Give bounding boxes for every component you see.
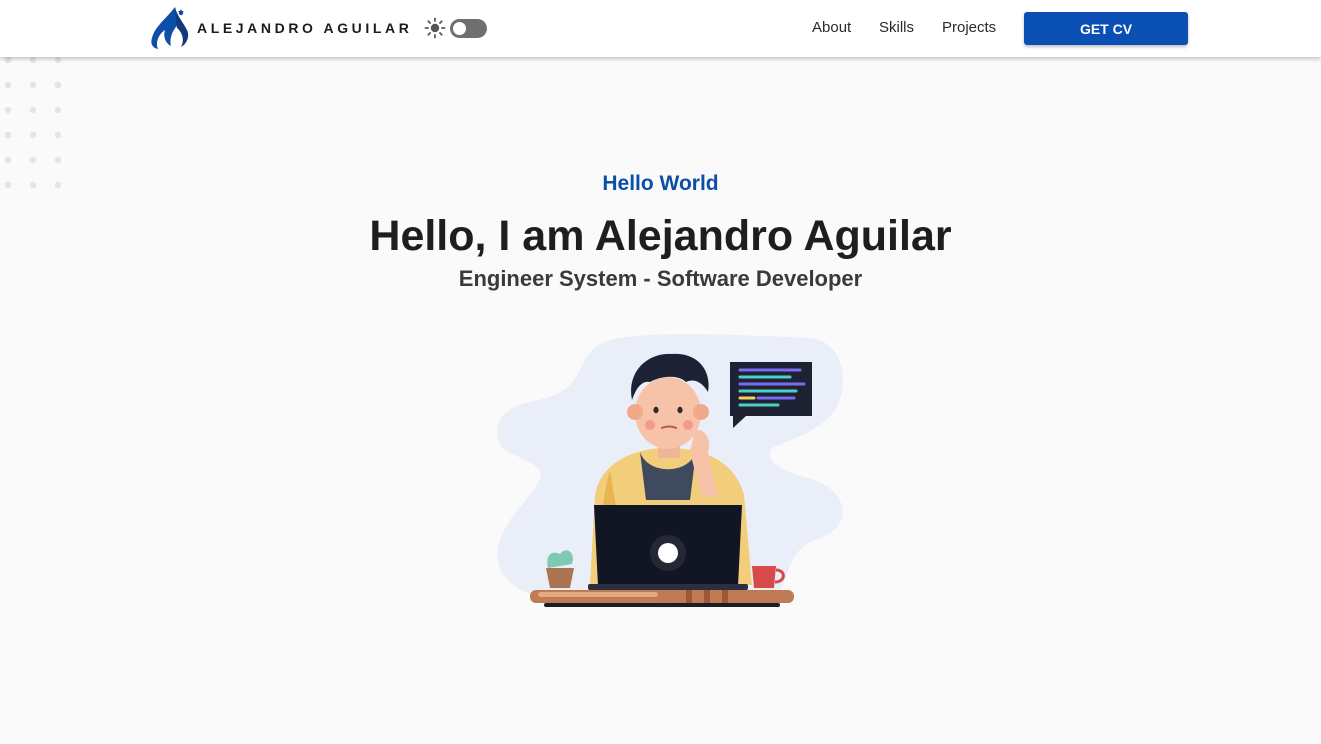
theme-switch[interactable] xyxy=(450,18,487,38)
nav-link-skills[interactable]: Skills xyxy=(879,19,914,36)
top-navbar: ALEJANDRO AGUILAR About Skills Projects … xyxy=(0,0,1321,57)
theme-switch-knob xyxy=(453,21,466,35)
theme-toggle[interactable] xyxy=(424,17,487,39)
hero-headline: Hello, I am Alejandro Aguilar xyxy=(369,212,952,260)
decorative-dot-grid xyxy=(4,56,62,189)
get-cv-button[interactable]: GET CV xyxy=(1024,12,1188,45)
nav-link-about[interactable]: About xyxy=(812,19,851,36)
sun-icon xyxy=(424,17,446,39)
hero-greeting: Hello World xyxy=(602,172,719,195)
hero-subtitle: Engineer System - Software Developer xyxy=(458,266,863,291)
brand-name: ALEJANDRO AGUILAR xyxy=(197,20,413,36)
brand-home-link[interactable]: ALEJANDRO AGUILAR xyxy=(149,4,412,52)
nav-link-projects[interactable]: Projects xyxy=(942,19,996,36)
brand-logo-icon xyxy=(151,7,189,49)
developer-illustration xyxy=(497,334,843,608)
